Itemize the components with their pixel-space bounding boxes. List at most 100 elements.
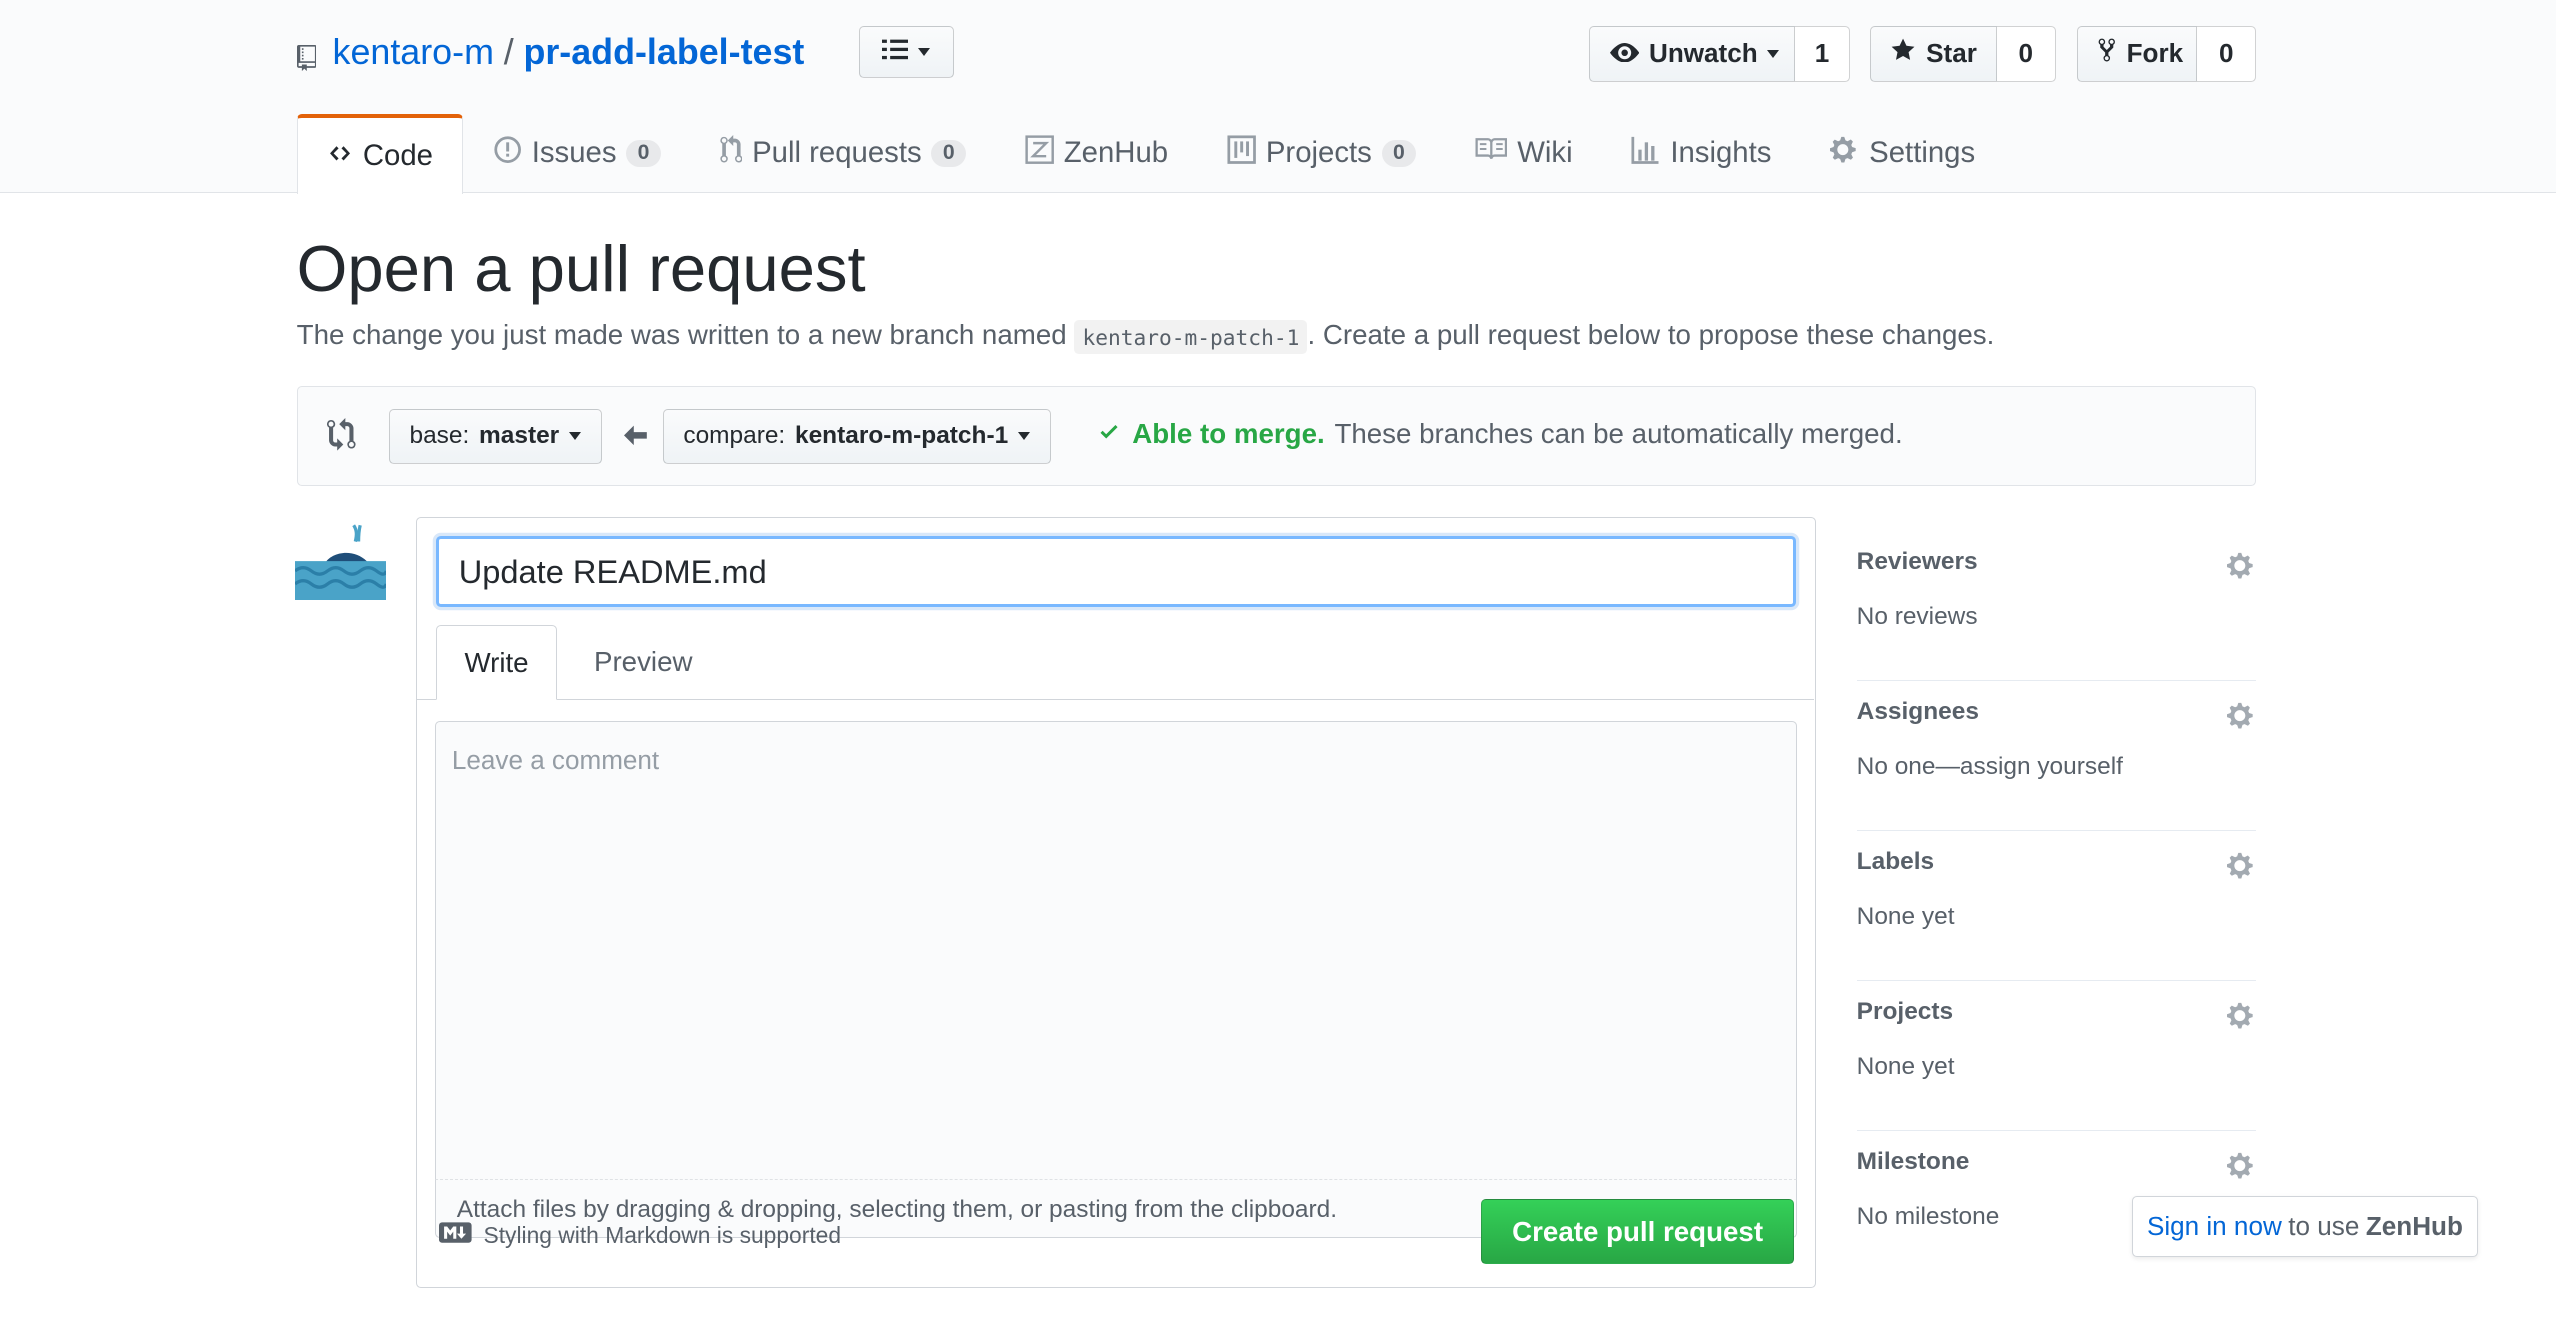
tab-projects[interactable]: Projects 0 (1197, 114, 1445, 192)
pulls-counter: 0 (931, 139, 967, 167)
arrow-left-icon (623, 423, 647, 454)
repo-name-link[interactable]: pr-add-label-test (523, 32, 804, 73)
tab-settings[interactable]: Settings (1801, 114, 2005, 192)
avatar (294, 522, 388, 600)
tab-code-label: Code (362, 139, 433, 173)
base-prefix: base: (409, 422, 470, 450)
compare-arrows-icon (327, 418, 360, 458)
sidebar-value: No reviews (1856, 603, 1978, 631)
tab-pull-requests[interactable]: Pull requests 0 (690, 114, 995, 192)
star-label: Star (1926, 38, 1977, 69)
tab-pull-requests-label: Pull requests (752, 136, 922, 170)
repo-owner-link[interactable]: kentaro-m (333, 32, 494, 73)
subtitle-text-after: . Create a pull request below to propose… (1307, 319, 1995, 351)
gear-icon[interactable] (2226, 701, 2256, 730)
tab-issues[interactable]: Issues 0 (463, 114, 690, 192)
star-group: Star 0 (1869, 26, 2056, 82)
branch-range-editor: base: master compare: kentaro-m-patch-1 … (296, 386, 2257, 486)
pull-request-icon (719, 134, 743, 172)
projects-counter: 0 (1381, 139, 1417, 167)
sidebar-heading: Projects (1856, 997, 1954, 1025)
base-branch-name: master (479, 422, 560, 450)
issues-counter: 0 (626, 139, 661, 167)
tab-insights[interactable]: Insights (1602, 114, 1801, 192)
markdown-note-label[interactable]: Styling with Markdown is supported (483, 1222, 841, 1249)
issue-icon (493, 135, 522, 172)
base-branch-select[interactable]: base: master (388, 408, 602, 464)
sidebar-heading: Milestone (1856, 1147, 1970, 1175)
graph-icon (1631, 135, 1660, 172)
tab-write[interactable]: Write (436, 625, 557, 701)
sidebar-labels: Labels None yet (1856, 831, 2257, 982)
code-icon (327, 139, 353, 173)
sidebar-heading: Labels (1856, 847, 1935, 875)
eye-icon (1609, 38, 1640, 69)
repo-menu-button[interactable] (859, 26, 954, 79)
tab-wiki[interactable]: Wiki (1446, 114, 1602, 192)
sidebar-value: None yet (1856, 903, 1955, 931)
watch-group: Unwatch 1 (1589, 26, 1851, 82)
pull-request-form: Write Preview AA B i 123 (415, 516, 1816, 1288)
fork-label: Fork (2126, 38, 2184, 69)
repo-nav: Code Issues 0 Pull requests 0 ZenHub Pro… (296, 114, 2005, 194)
editor-tabs: Write Preview AA B i 123 (416, 625, 1814, 780)
merge-status-note: These branches can be automatically merg… (1334, 418, 1903, 450)
comment-area (434, 721, 1798, 1180)
sidebar-value[interactable]: No one—assign yourself (1857, 753, 2123, 781)
project-icon (1227, 135, 1256, 172)
zenhub-text: to use (2288, 1211, 2360, 1242)
tab-preview[interactable]: Preview (570, 625, 717, 698)
repo-title: kentaro-m / pr-add-label-test (296, 26, 804, 78)
repo-icon (296, 39, 317, 72)
chevron-down-icon (568, 432, 581, 441)
stargazers-count[interactable]: 0 (1996, 26, 2056, 82)
sidebar-reviewers: Reviewers No reviews (1856, 531, 2257, 682)
subtitle-text-before: The change you just made was written to … (296, 319, 1067, 351)
chevron-down-icon (918, 48, 931, 57)
comment-textarea[interactable] (435, 722, 1797, 1179)
markdown-note: Styling with Markdown is supported (439, 1222, 841, 1249)
compare-branch-name: kentaro-m-patch-1 (795, 422, 1009, 450)
merge-status: Able to merge. These branches can be aut… (1096, 418, 1903, 450)
create-pull-request-button[interactable]: Create pull request (1481, 1199, 1795, 1265)
check-icon (1096, 418, 1122, 450)
tab-code[interactable]: Code (296, 114, 464, 194)
unwatch-button[interactable]: Unwatch (1589, 26, 1795, 82)
title-input[interactable] (436, 535, 1796, 608)
zenhub-signin-link[interactable]: Sign in now (2147, 1211, 2282, 1242)
page-title: Open a pull request (296, 232, 866, 306)
fork-icon (2097, 37, 2117, 70)
gear-icon[interactable] (2226, 551, 2256, 580)
gear-icon[interactable] (2226, 1001, 2256, 1030)
zenhub-brand: ZenHub (2365, 1211, 2463, 1242)
sidebar-assignees: Assignees No one—assign yourself (1856, 681, 2257, 832)
tab-zenhub-label: ZenHub (1063, 136, 1169, 170)
watchers-count[interactable]: 1 (1794, 26, 1851, 82)
tab-projects-label: Projects (1265, 136, 1372, 170)
tab-settings-label: Settings (1869, 136, 1976, 170)
sidebar-heading: Assignees (1856, 697, 1979, 725)
chevron-down-icon (1017, 432, 1030, 441)
merge-status-ok: Able to merge. (1132, 418, 1325, 450)
list-icon (882, 37, 909, 68)
sidebar-value: None yet (1856, 1053, 1955, 1081)
compare-branch-select[interactable]: compare: kentaro-m-patch-1 (662, 408, 1051, 464)
chevron-down-icon (1767, 49, 1780, 58)
fork-button[interactable]: Fork (2076, 26, 2198, 82)
unwatch-label: Unwatch (1648, 38, 1758, 69)
tab-wiki-label: Wiki (1517, 136, 1573, 170)
page-subtitle: The change you just made was written to … (296, 319, 1995, 355)
repo-header: kentaro-m / pr-add-label-test Unwatch 1 … (0, 0, 2556, 194)
book-icon (1475, 136, 1508, 170)
sidebar-heading: Reviewers (1856, 547, 1978, 575)
compare-prefix: compare: (683, 422, 786, 450)
gear-icon[interactable] (2226, 1151, 2256, 1180)
repo-path-separator: / (503, 31, 514, 72)
star-button[interactable]: Star (1869, 26, 1997, 82)
forks-count[interactable]: 0 (2197, 26, 2257, 82)
gear-icon[interactable] (2226, 851, 2256, 880)
fork-group: Fork 0 (2076, 26, 2257, 82)
tab-zenhub[interactable]: ZenHub (995, 114, 1197, 192)
tab-issues-label: Issues (531, 136, 617, 170)
branch-name-code: kentaro-m-patch-1 (1074, 319, 1308, 355)
